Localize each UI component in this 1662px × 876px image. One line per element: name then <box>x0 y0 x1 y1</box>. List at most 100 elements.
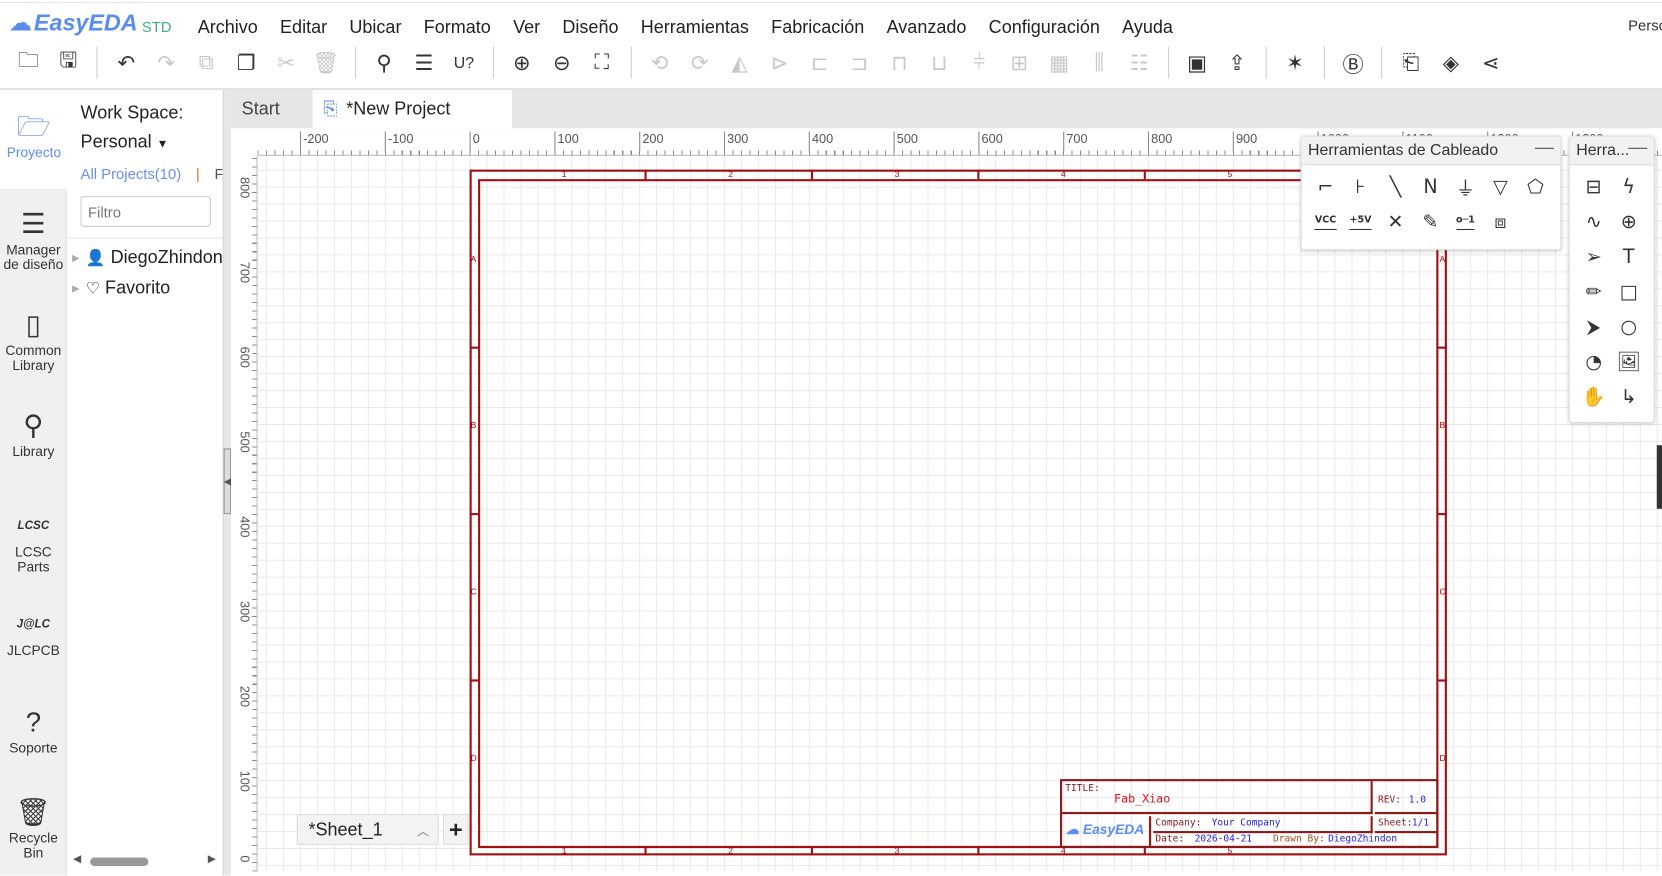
pin-tool[interactable]: o─1 <box>1448 205 1483 240</box>
distribute-horizontal-button[interactable]: ⫼ <box>1079 46 1119 80</box>
filter-input[interactable] <box>80 196 211 227</box>
convert-to-pcb-button[interactable]: ⇪ <box>1217 46 1257 80</box>
polygon-tool[interactable]: ⮞ <box>1576 310 1611 345</box>
sheet-tab[interactable]: *Sheet_1 ︿ <box>296 814 439 845</box>
minimize-icon[interactable]: — <box>1628 137 1647 159</box>
plus5v-tool[interactable]: +5V <box>1343 205 1378 240</box>
menu-4[interactable]: Ver <box>502 17 551 38</box>
polyline-tool[interactable]: ϟ <box>1611 170 1646 205</box>
chevron-up-icon[interactable]: ︿ <box>417 821 430 839</box>
panel-header[interactable]: Herramientas de Cableado — <box>1301 136 1561 166</box>
unknown-symbol-button[interactable]: U? <box>444 46 484 80</box>
menu-9[interactable]: Configuración <box>978 17 1111 38</box>
zoom-in-button[interactable]: ⊕ <box>502 46 542 80</box>
rotate-left-button[interactable]: ⟲ <box>640 46 680 80</box>
pie-tool[interactable]: ◔ <box>1576 344 1611 379</box>
menu-8[interactable]: Avanzado <box>875 17 977 38</box>
scrollbar-thumb[interactable] <box>90 857 149 867</box>
align-right-button[interactable]: ⊐ <box>840 46 880 80</box>
title-block[interactable]: TITLE: Fab_Xiao REV: 1.0 ☁ EasyEDA Compa… <box>1060 779 1439 848</box>
right-panel-toggle[interactable] <box>1656 445 1662 509</box>
layers-button[interactable]: ◈ <box>1431 46 1471 80</box>
menu-3[interactable]: Formato <box>413 17 502 38</box>
design-rule-check-button[interactable]: ✶ <box>1275 46 1315 80</box>
nav-lcsc[interactable]: LCSC LCSC Parts <box>0 498 67 593</box>
arc-tool[interactable]: ⊕ <box>1611 205 1646 240</box>
add-sheet-button[interactable]: + <box>443 814 469 845</box>
bus-tool[interactable]: ⊦ <box>1343 170 1378 205</box>
freehand-tool[interactable]: ✏ <box>1576 275 1611 310</box>
align-left-button[interactable]: ⊏ <box>800 46 840 80</box>
align-vertical-center-button[interactable]: ⫩ <box>959 46 999 80</box>
menu-1[interactable]: Editar <box>269 17 338 38</box>
collapse-panel-icon[interactable]: ◀ <box>223 448 232 515</box>
probe-tool[interactable]: ✎ <box>1413 205 1448 240</box>
tab-start[interactable]: Start <box>231 90 313 128</box>
workspace-select[interactable]: Personal ▼ <box>81 131 169 152</box>
circle-tool[interactable]: ○ <box>1611 310 1646 345</box>
group-tool[interactable]: ⧈ <box>1483 205 1518 240</box>
image-tool[interactable]: 🖼 <box>1611 344 1646 379</box>
copy-button[interactable]: ⧉ <box>186 46 226 80</box>
scroll-left-icon[interactable]: ◀ <box>73 853 81 865</box>
expand-icon[interactable]: ▶ <box>72 283 79 294</box>
nav-soporte[interactable]: ? Soporte <box>0 694 67 789</box>
align-top-button[interactable]: ⊓ <box>880 46 920 80</box>
fit-view-button[interactable]: ⛶ <box>582 46 622 80</box>
paste-button[interactable]: ❐ <box>226 46 266 80</box>
menu-5[interactable]: Diseño <box>551 17 629 38</box>
redo-button[interactable]: ↷ <box>146 46 186 80</box>
expand-icon[interactable]: ▶ <box>72 252 79 263</box>
rotate-right-button[interactable]: ⟳ <box>680 46 720 80</box>
panel-splitter[interactable]: ◀ <box>222 90 232 876</box>
wire-tool[interactable]: ⌐ <box>1308 170 1343 205</box>
find-list-button[interactable]: ☰ <box>404 46 444 80</box>
align-grid-button[interactable]: ▦ <box>1039 46 1079 80</box>
no-connect-tool[interactable]: ✕ <box>1378 205 1413 240</box>
rectangle-tool[interactable]: □ <box>1611 275 1646 310</box>
delete-button[interactable]: 🗑 <box>306 46 346 80</box>
nav-manager[interactable]: ☰ Manager de diseño <box>0 196 67 291</box>
search-button[interactable]: ⚲ <box>364 46 404 80</box>
nav-library[interactable]: ⚲ Library <box>0 397 67 492</box>
menu-6[interactable]: Herramientas <box>630 17 760 38</box>
import-button[interactable]: ⎗ <box>1391 46 1431 80</box>
nav-jlcpcb[interactable]: J@LC JLCPCB <box>0 597 67 692</box>
align-bottom-button[interactable]: ⊔ <box>919 46 959 80</box>
nav-recycle[interactable]: 🗑 Recycle Bin <box>0 784 67 875</box>
tree-item-favorites[interactable]: ▶ ♡ Favorito <box>72 278 170 299</box>
vcc-tool[interactable]: VCC <box>1308 205 1343 240</box>
minimize-icon[interactable]: — <box>1535 137 1554 159</box>
bezier-tool[interactable]: ∿ <box>1576 205 1611 240</box>
menu-10[interactable]: Ayuda <box>1111 17 1184 38</box>
bus-entry-tool[interactable]: ╲ <box>1378 170 1413 205</box>
net-label-tool[interactable]: N <box>1413 170 1448 205</box>
menu-2[interactable]: Ubicar <box>338 17 412 38</box>
share-button[interactable]: ⋖ <box>1471 46 1511 80</box>
flip-horizontal-button[interactable]: ◭ <box>720 46 760 80</box>
net-flag-tool[interactable]: ⬠ <box>1518 170 1553 205</box>
menu-0[interactable]: Archivo <box>187 17 269 38</box>
panel-horizontal-scrollbar[interactable]: ◀ ▶ <box>67 853 224 869</box>
pan-tool[interactable]: ✋ <box>1576 379 1611 414</box>
bom-button[interactable]: Ⓑ <box>1333 46 1373 80</box>
panel-header[interactable]: Herra... — <box>1569 136 1654 166</box>
cut-button[interactable]: ✂ <box>266 46 306 80</box>
netlist-button[interactable]: ▣ <box>1177 46 1217 80</box>
flip-vertical-button[interactable]: ⊳ <box>760 46 800 80</box>
open-button[interactable]: 🗀 <box>8 46 48 80</box>
tab-new-project[interactable]: ⎘ *New Project <box>312 90 512 129</box>
tree-item-user[interactable]: ▶ 👤 DiegoZhindon <box>72 247 223 268</box>
distribute-vertical-button[interactable]: ☷ <box>1119 46 1159 80</box>
arrowhead-tool[interactable]: ➢ <box>1576 240 1611 275</box>
drag-tool[interactable]: ↳ <box>1611 379 1646 414</box>
zoom-out-button[interactable]: ⊖ <box>542 46 582 80</box>
save-button[interactable]: 🖫 <box>48 46 88 80</box>
nav-common-library[interactable]: ▯ Common Library <box>0 297 67 392</box>
nav-proyecto[interactable]: 🗁 Proyecto <box>0 90 68 189</box>
all-projects-link[interactable]: All Projects(10) <box>81 165 182 182</box>
scroll-right-icon[interactable]: ▶ <box>208 853 216 865</box>
sheet-frame-tool[interactable]: ⊟ <box>1576 170 1611 205</box>
net-port-tool[interactable]: ▽ <box>1483 170 1518 205</box>
align-horizontal-center-button[interactable]: ⊞ <box>999 46 1039 80</box>
